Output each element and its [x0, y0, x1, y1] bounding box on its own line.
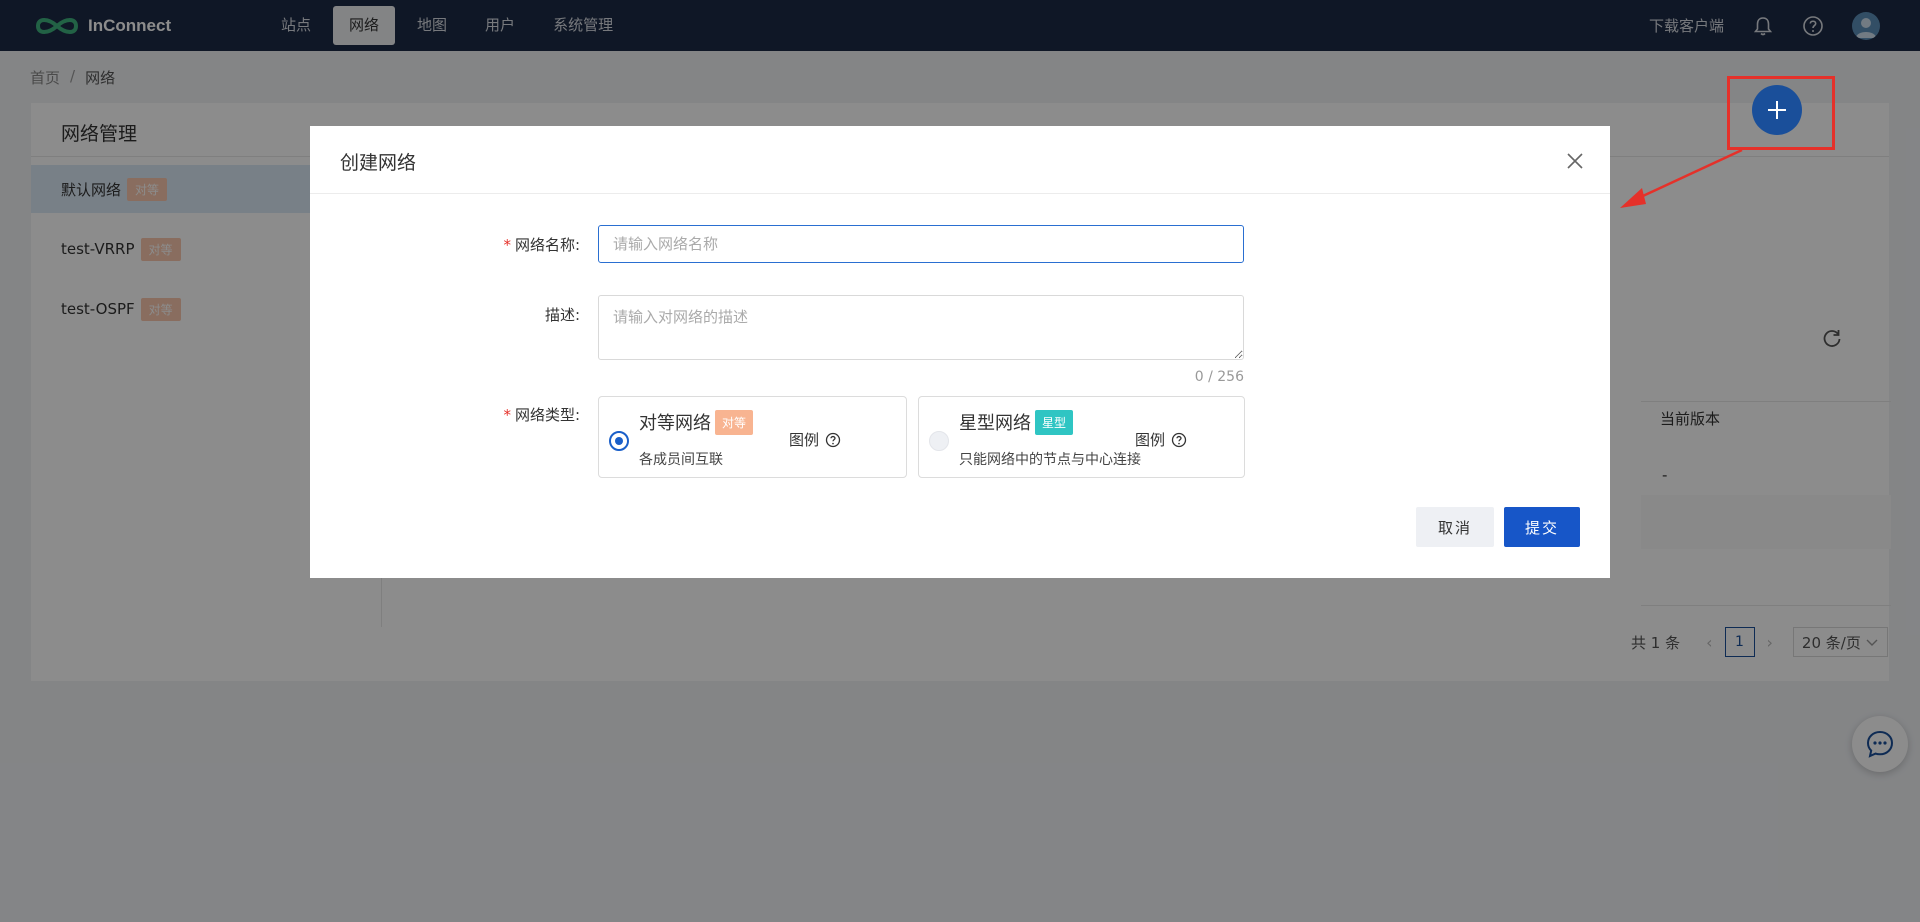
option-name: 对等网络: [639, 413, 711, 434]
description-textarea[interactable]: [598, 295, 1244, 360]
network-type-option-star[interactable]: 星型网络 星型 只能网络中的节点与中心连接 图例: [918, 396, 1245, 478]
description-label: 描述:: [380, 304, 580, 325]
option-tag: 星型: [1035, 409, 1074, 435]
network-type-option-peer[interactable]: 对等网络 对等 各成员间互联 图例: [598, 396, 907, 478]
description-char-counter: 0 / 256: [1194, 369, 1244, 385]
radio-peer[interactable]: [609, 431, 629, 451]
required-mark: *: [503, 406, 511, 424]
option-tag: 对等: [715, 409, 754, 435]
option-description: 只能网络中的节点与中心连接: [959, 452, 1141, 468]
cancel-button[interactable]: 取消: [1416, 507, 1494, 547]
dialog-divider: [310, 193, 1610, 194]
network-type-label-text: 网络类型:: [514, 406, 580, 424]
annotation-highlight-box: [1727, 76, 1835, 150]
legend-link[interactable]: 图例: [1135, 429, 1187, 450]
dialog-title: 创建网络: [340, 152, 417, 174]
description-label-text: 描述:: [544, 306, 580, 324]
radio-star[interactable]: [929, 431, 949, 451]
submit-button[interactable]: 提交: [1504, 507, 1580, 547]
annotation-arrow-icon: [1620, 148, 1743, 208]
required-mark: *: [503, 236, 511, 254]
option-name: 星型网络: [959, 413, 1031, 434]
legend-link[interactable]: 图例: [789, 429, 841, 450]
option-description: 各成员间互联: [639, 452, 723, 468]
legend-label: 图例: [789, 431, 820, 449]
close-icon[interactable]: [1566, 152, 1584, 170]
network-type-label: * 网络类型:: [380, 404, 580, 425]
network-name-label-text: 网络名称:: [514, 236, 580, 254]
help-circle-icon[interactable]: [825, 432, 841, 448]
help-circle-icon[interactable]: [1171, 432, 1187, 448]
option-title: 星型网络 星型: [959, 409, 1074, 435]
legend-label: 图例: [1135, 431, 1166, 449]
network-name-input[interactable]: [598, 225, 1244, 263]
network-name-label: * 网络名称:: [380, 234, 580, 255]
create-network-dialog: 创建网络 *网络名称: 描述: 0 / 256 *网络类型: 对等网络 对等 各…: [310, 126, 1610, 578]
option-title: 对等网络 对等: [639, 409, 754, 435]
